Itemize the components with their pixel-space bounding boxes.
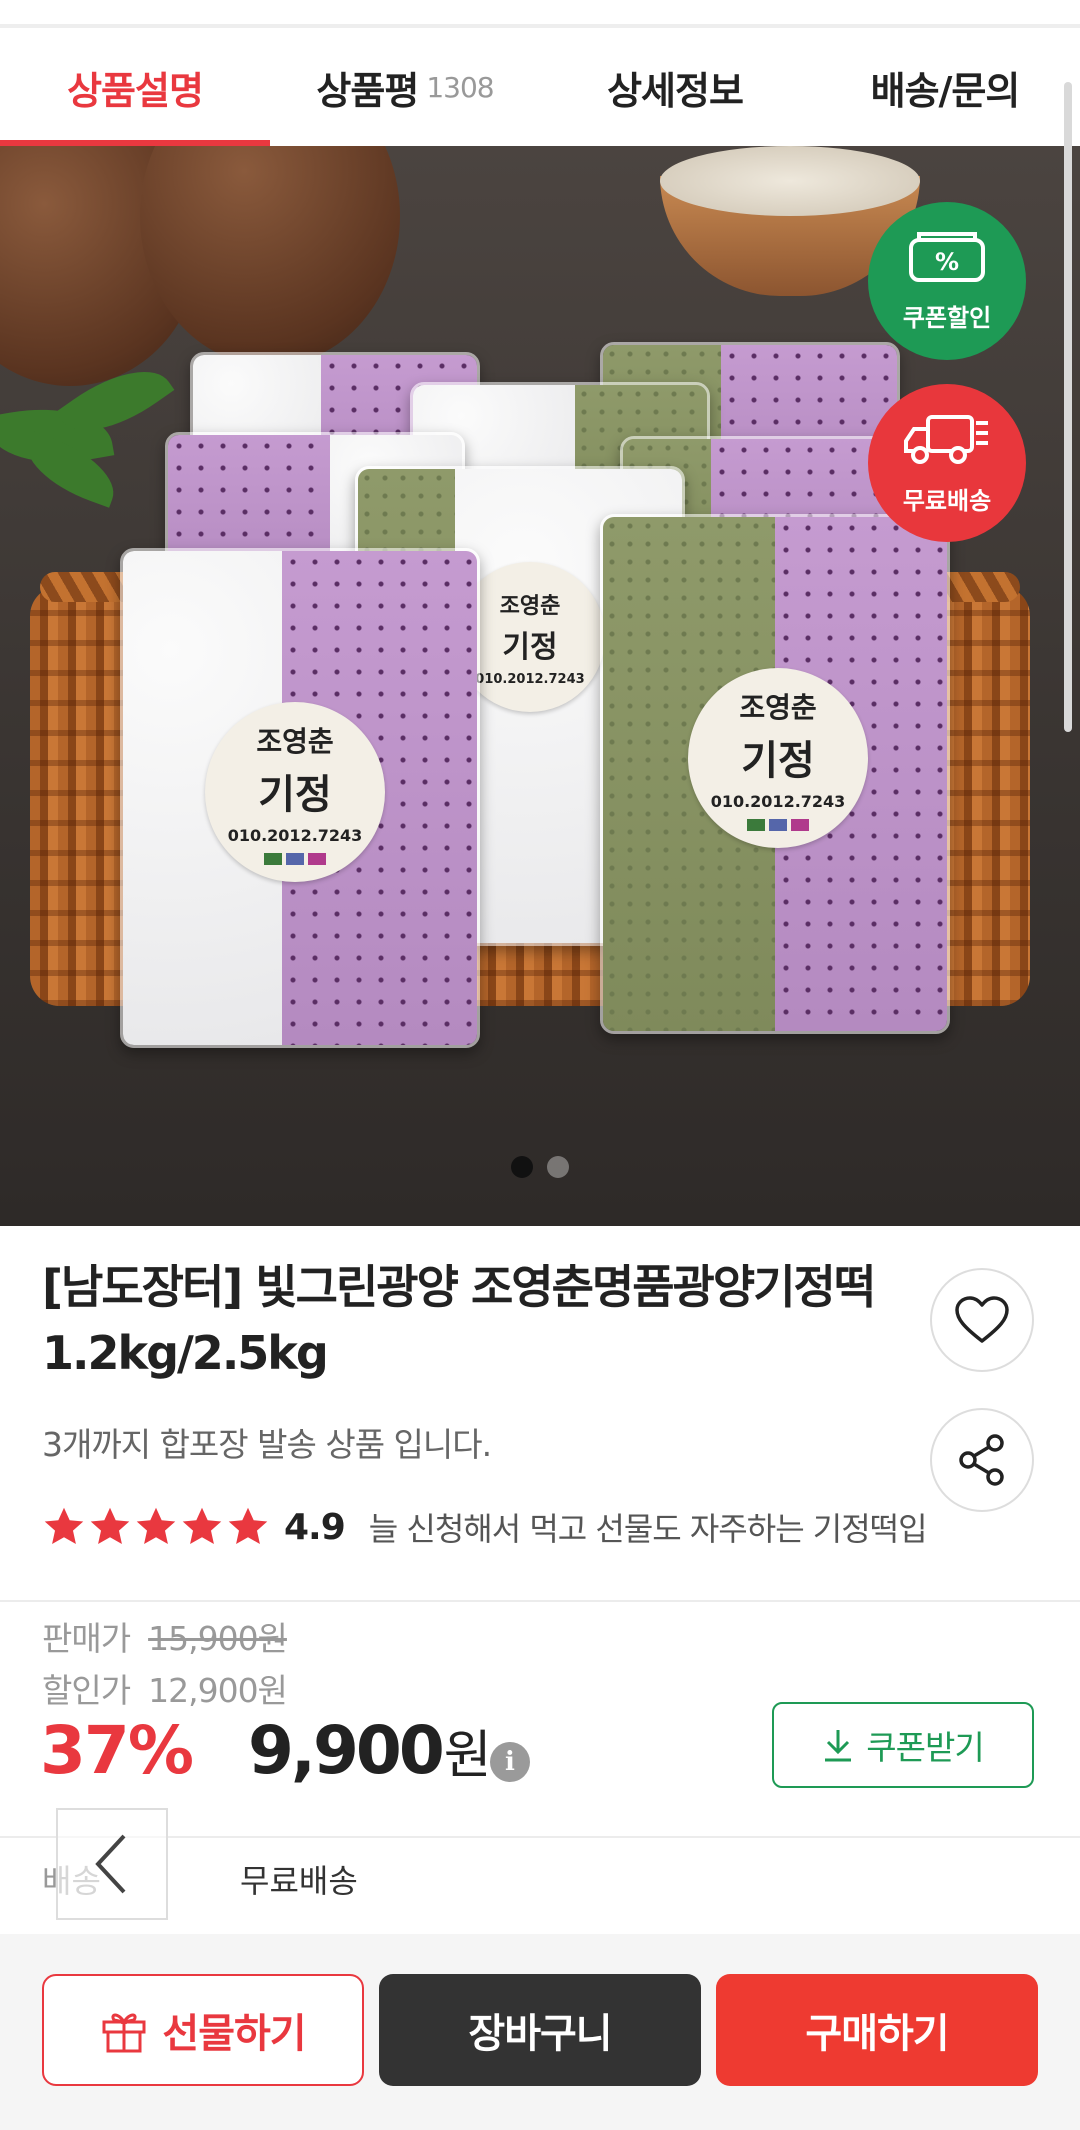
star-icon bbox=[44, 1507, 84, 1545]
sticker-name: 조영춘 bbox=[739, 690, 817, 724]
cart-button-label: 장바구니 bbox=[468, 2011, 612, 2057]
sticker-phone: 010.2012.7243 bbox=[710, 791, 846, 811]
truck-icon bbox=[902, 411, 992, 473]
sale-price-row: 판매가 15,900원 bbox=[42, 1612, 288, 1660]
coupon-badge-label: 쿠폰할인 bbox=[902, 303, 992, 332]
tab-bar: 상품설명 상품평 1308 상세정보 배송/문의 bbox=[0, 28, 1080, 146]
tab-description[interactable]: 상품설명 bbox=[0, 28, 270, 146]
tab-reviews[interactable]: 상품평 1308 bbox=[270, 28, 540, 146]
scrollbar[interactable] bbox=[1064, 82, 1072, 732]
share-icon bbox=[959, 1434, 1004, 1486]
gift-icon bbox=[102, 2013, 146, 2053]
review-snippet: 늘 신청해서 먹고 선물도 자주하는 기정떡입니 bbox=[368, 1510, 929, 1548]
product-subtitle: 3개까지 합포장 발송 상품 입니다. bbox=[42, 1425, 492, 1464]
shipping-value: 무료배송 bbox=[240, 1862, 358, 1900]
star-icon bbox=[228, 1507, 268, 1545]
free-shipping-badge: 무료배송 bbox=[868, 384, 1026, 542]
brand-sticker: 조영춘 기정 010.2012.7243 bbox=[688, 668, 868, 848]
rating-stars bbox=[42, 1505, 270, 1549]
bottom-action-bar: 선물하기 장바구니 구매하기 bbox=[0, 1934, 1080, 2130]
get-coupon-button[interactable]: 쿠폰받기 bbox=[772, 1702, 1034, 1788]
share-button[interactable] bbox=[930, 1408, 1034, 1512]
sticker-brand: 기정 bbox=[741, 736, 815, 784]
sticker-name: 조영춘 bbox=[256, 724, 334, 758]
tab-details[interactable]: 상세정보 bbox=[540, 28, 810, 146]
sticker-phone: 010.2012.7243 bbox=[475, 671, 585, 687]
product-title: [남도장터] 빛그린광양 조영춘명품광양기정떡 1.2kg/2.5kg bbox=[42, 1260, 876, 1380]
brand-sticker: 조영춘 기정 010.2012.7243 bbox=[205, 702, 385, 882]
rice-image bbox=[660, 146, 920, 216]
pagination-dot[interactable] bbox=[547, 1156, 569, 1178]
chevron-left-icon bbox=[95, 1834, 126, 1894]
carousel-pagination bbox=[0, 1156, 1080, 1178]
discount-rate: 37% bbox=[40, 1712, 194, 1789]
tab-shipping-inquiry[interactable]: 배송/문의 bbox=[810, 28, 1080, 146]
sticker-name: 조영춘 bbox=[499, 592, 561, 619]
sale-price-label: 판매가 bbox=[42, 1619, 131, 1658]
final-price-unit: 원 bbox=[443, 1726, 492, 1786]
discount-price-row: 할인가 12,900원 bbox=[42, 1664, 288, 1712]
rating-row[interactable]: 4.9 늘 신청해서 먹고 선물도 자주하는 기정떡입니 bbox=[42, 1504, 929, 1550]
download-icon bbox=[825, 1730, 852, 1762]
buy-button[interactable]: 구매하기 bbox=[716, 1974, 1038, 2086]
discount-price-label: 할인가 bbox=[42, 1671, 131, 1710]
sticker-brand: 기정 bbox=[258, 770, 332, 818]
wishlist-button[interactable] bbox=[930, 1268, 1034, 1372]
final-price-amount: 9,900 bbox=[248, 1712, 445, 1789]
gift-button[interactable]: 선물하기 bbox=[42, 1974, 364, 2086]
star-icon bbox=[136, 1507, 176, 1545]
price-info-icon[interactable]: i bbox=[490, 1742, 530, 1782]
rating-score: 4.9 bbox=[284, 1506, 346, 1548]
sticker-logo bbox=[264, 852, 326, 865]
sticker-brand: 기정 bbox=[502, 629, 558, 665]
back-button[interactable] bbox=[56, 1808, 168, 1920]
coupon-percent: % bbox=[935, 248, 959, 276]
gift-button-label: 선물하기 bbox=[162, 2011, 306, 2057]
buy-button-label: 구매하기 bbox=[805, 2011, 949, 2057]
sale-price-value: 15,900원 bbox=[148, 1619, 288, 1658]
jar-image bbox=[140, 146, 400, 366]
product-page: 상품설명 상품평 1308 상세정보 배송/문의 조영춘 기정 010.2012… bbox=[0, 0, 1080, 2130]
shipping-badge-label: 무료배송 bbox=[902, 486, 992, 515]
final-price: 9,900원 bbox=[248, 1712, 492, 1789]
coupon-icon: % bbox=[905, 230, 989, 290]
tab-details-label: 상세정보 bbox=[607, 68, 744, 113]
pagination-dot-active[interactable] bbox=[511, 1156, 533, 1178]
heart-icon bbox=[955, 1296, 1009, 1343]
discount-price-value: 12,900원 bbox=[148, 1671, 288, 1710]
section-divider bbox=[0, 1600, 1080, 1602]
star-icon bbox=[182, 1507, 222, 1545]
get-coupon-label: 쿠폰받기 bbox=[866, 1728, 984, 1767]
star-icon bbox=[90, 1507, 130, 1545]
tab-shipping-inquiry-label: 배송/문의 bbox=[870, 68, 1021, 113]
cart-button[interactable]: 장바구니 bbox=[379, 1974, 701, 2086]
tab-reviews-label: 상품평 bbox=[316, 68, 419, 113]
tab-description-label: 상품설명 bbox=[67, 68, 204, 113]
sticker-logo bbox=[747, 818, 809, 831]
review-count: 1308 bbox=[426, 70, 494, 104]
sticker-phone: 010.2012.7243 bbox=[227, 825, 363, 845]
coupon-discount-badge: % 쿠폰할인 bbox=[868, 202, 1026, 360]
